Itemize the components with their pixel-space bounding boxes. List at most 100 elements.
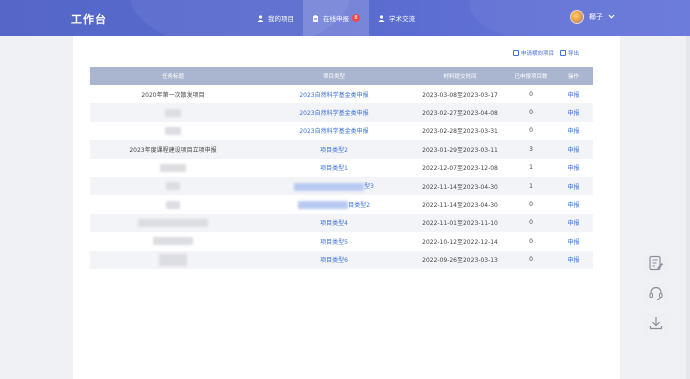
export-icon xyxy=(560,50,567,56)
feedback-button[interactable] xyxy=(642,253,670,277)
export-button[interactable]: 导出 xyxy=(560,49,579,57)
redacted-text xyxy=(159,253,187,266)
row-time: 2022-12-07至2023-12-08 xyxy=(422,165,498,173)
table-actions: 申请横向项目 导出 xyxy=(513,49,579,57)
redacted-text xyxy=(298,201,349,210)
table-row: 项目类型1 2022-12-07至2023-12-08 1 申报 xyxy=(90,159,593,177)
table-row: 2023年度课程建设项目立项申报 项目类型2 2023-01-29至2023-0… xyxy=(90,140,593,159)
nav-my-projects[interactable]: 我的项目 xyxy=(248,0,303,36)
main-nav: 我的项目 在线申报 8 学术交流 xyxy=(248,0,424,36)
row-time: 2022-11-14至2023-04-30 xyxy=(422,202,498,210)
table-row: 2023自然科学基金类申报 2023-02-27至2023-04-08 0 申报 xyxy=(90,103,593,122)
declare-button[interactable]: 申报 xyxy=(554,237,593,246)
declare-button[interactable]: 申报 xyxy=(554,108,593,117)
header-time: 材料提交时间 xyxy=(443,74,477,80)
export-label: 导出 xyxy=(568,51,580,57)
table-row: 项目类型6 2022-09-26至2023-03-13 0 申报 xyxy=(90,250,593,269)
row-title xyxy=(90,237,256,246)
header-type: 项目类型 xyxy=(322,74,345,80)
user-icon xyxy=(257,14,264,22)
row-count: 0 xyxy=(529,201,533,209)
avatar xyxy=(570,10,584,24)
redacted-text xyxy=(153,237,193,246)
row-time: 2023-01-29至2023-03-11 xyxy=(422,146,498,154)
chevron-down-icon xyxy=(608,13,615,21)
redacted-text xyxy=(165,126,181,135)
row-count: 0 xyxy=(529,90,533,98)
notification-badge: 8 xyxy=(352,14,360,22)
declare-button[interactable]: 申报 xyxy=(554,145,593,154)
declare-button[interactable]: 申报 xyxy=(554,126,593,135)
row-time: 2023-02-27至2023-04-08 xyxy=(422,110,498,118)
declare-button[interactable]: 申报 xyxy=(554,90,593,99)
page-scrollbar[interactable] xyxy=(686,36,690,379)
nav-online-declare[interactable]: 在线申报 8 xyxy=(303,0,369,36)
header-title: 任务标题 xyxy=(161,74,184,80)
row-type-link[interactable]: 项目类型6 xyxy=(256,255,412,264)
row-title xyxy=(90,253,256,266)
row-count: 1 xyxy=(529,182,533,190)
redacted-text xyxy=(138,218,208,227)
row-time: 2022-11-14至2023-04-30 xyxy=(422,183,498,191)
apply-horizontal-project-button[interactable]: 申请横向项目 xyxy=(513,49,554,57)
row-type-link[interactable]: 2023自然科学基金类申报 xyxy=(256,90,412,99)
row-title xyxy=(90,126,256,135)
header-operation: 操作 xyxy=(567,74,579,80)
table-row: 项目类型5 2022-10-12至2022-12-14 0 申报 xyxy=(90,232,593,250)
row-type-link[interactable]: 项目类型4 xyxy=(256,218,412,227)
row-time: 2023-02-28至2023-03-31 xyxy=(422,128,498,136)
declare-button[interactable]: 申报 xyxy=(554,218,593,227)
table-header: 任务标题 项目类型 材料提交时间 已申报项目数 操作 xyxy=(90,67,593,85)
row-title xyxy=(90,218,256,227)
people-icon xyxy=(378,14,385,22)
row-count: 0 xyxy=(529,237,533,245)
row-title xyxy=(90,182,256,191)
redacted-text xyxy=(165,108,181,117)
row-count: 3 xyxy=(529,145,533,153)
nav-my-projects-label: 我的项目 xyxy=(268,15,294,23)
row-count: 0 xyxy=(529,219,533,227)
table-row: 目类型2 2022-11-14至2023-04-30 0 申报 xyxy=(90,195,593,213)
declare-button[interactable]: 申报 xyxy=(554,200,593,209)
row-type-link[interactable]: 2023自然科学基金类申报 xyxy=(256,126,412,135)
row-time: 2022-11-01至2023-11-10 xyxy=(422,220,498,228)
row-time: 2023-03-08至2023-03-17 xyxy=(422,91,498,99)
download-button[interactable] xyxy=(642,313,670,337)
row-type-cell: 目类型2 xyxy=(256,200,412,210)
declare-button[interactable]: 申报 xyxy=(554,163,593,172)
nav-online-declare-label: 在线申报 xyxy=(323,15,349,23)
row-type-link[interactable]: 项目类型5 xyxy=(256,237,412,246)
clipboard-icon xyxy=(312,14,319,22)
row-type-link[interactable]: 项目类型1 xyxy=(256,163,412,172)
row-type-link[interactable]: 型3 xyxy=(364,183,374,190)
redacted-text xyxy=(166,182,180,191)
customer-service-button[interactable] xyxy=(642,283,670,307)
declare-button[interactable]: 申报 xyxy=(554,182,593,191)
row-type-cell: 型3 xyxy=(256,181,412,191)
row-type-link[interactable]: 项目类型2 xyxy=(256,145,412,154)
row-count: 1 xyxy=(529,164,533,172)
floating-toolbar xyxy=(642,253,670,337)
row-time: 2022-09-26至2023-03-13 xyxy=(422,257,498,265)
row-type-link[interactable]: 2023自然科学基金类申报 xyxy=(256,108,412,117)
header-count: 已申报项目数 xyxy=(514,74,548,80)
row-count: 0 xyxy=(529,127,533,135)
row-title xyxy=(90,200,256,209)
download-icon xyxy=(648,315,664,335)
nav-academic-exchange-label: 学术交流 xyxy=(389,15,415,23)
row-title xyxy=(90,163,256,172)
nav-academic-exchange[interactable]: 学术交流 xyxy=(369,0,424,36)
table-row: 型3 2022-11-14至2023-04-30 1 申报 xyxy=(90,176,593,196)
declare-button[interactable]: 申报 xyxy=(554,255,593,264)
row-type-link[interactable]: 目类型2 xyxy=(348,202,370,209)
app-title: 工作台 xyxy=(71,13,107,26)
row-count: 0 xyxy=(529,109,533,117)
apply-horizontal-label: 申请横向项目 xyxy=(521,51,555,57)
table-row: 项目类型4 2022-11-01至2023-11-10 0 申报 xyxy=(90,213,593,233)
redacted-text xyxy=(160,163,186,172)
add-file-icon xyxy=(513,50,519,56)
redacted-text xyxy=(294,182,365,191)
row-count: 0 xyxy=(529,256,533,264)
user-menu[interactable]: 椰子 xyxy=(570,10,615,24)
table-row: 2023自然科学基金类申报 2023-02-28至2023-03-31 0 申报 xyxy=(90,122,593,140)
